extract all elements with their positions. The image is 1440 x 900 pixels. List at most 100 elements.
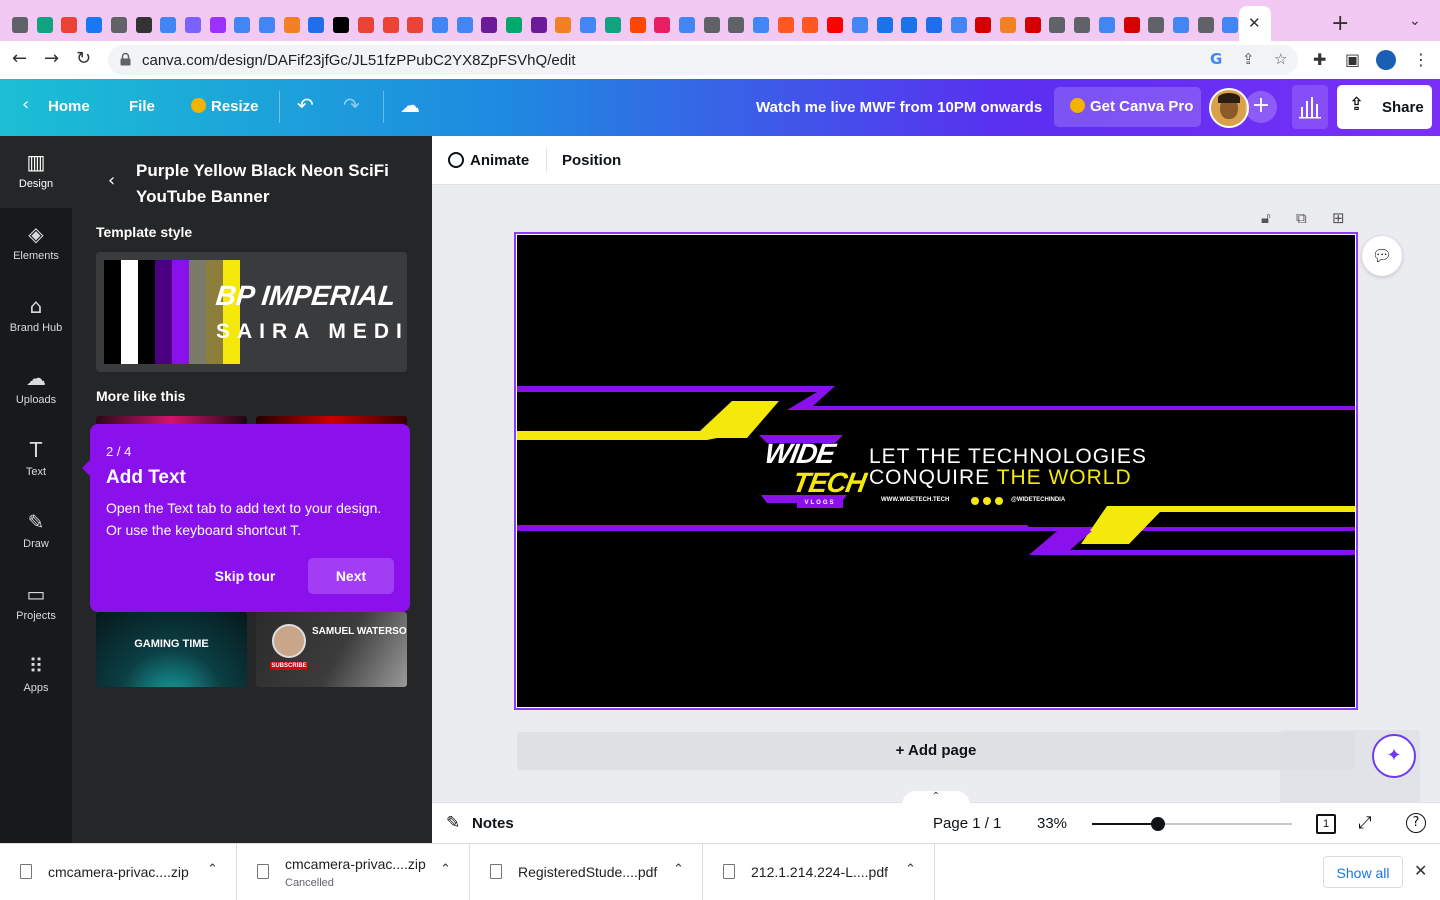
file-menu-button[interactable]: File: [129, 98, 155, 115]
undo-icon[interactable]: ↶: [297, 93, 314, 117]
tab-favicon[interactable]: [1098, 17, 1115, 33]
chevron-up-icon[interactable]: ⌃: [905, 862, 916, 877]
rail-item-brand-hub[interactable]: ⌂ Brand Hub: [0, 280, 72, 352]
zoom-slider-handle[interactable]: [1151, 817, 1165, 831]
google-icon[interactable]: G: [1210, 50, 1222, 68]
insights-button[interactable]: [1292, 85, 1328, 129]
close-icon[interactable]: ✕: [1414, 861, 1427, 880]
download-item[interactable]: cmcamera-privac....zip ⌃: [0, 844, 237, 900]
tab-favicon[interactable]: [283, 17, 300, 33]
chevron-left-icon[interactable]: ‹: [22, 94, 29, 115]
redo-icon[interactable]: ↷: [343, 93, 360, 117]
page-grid-icon[interactable]: 1: [1316, 814, 1336, 834]
banner-headline-line-2[interactable]: CONQUIRE THE WORLD: [869, 466, 1132, 490]
rail-item-elements[interactable]: ◈ Elements: [0, 208, 72, 280]
download-item[interactable]: 212.1.214.224-L....pdf ⌃: [703, 844, 935, 900]
url-text[interactable]: canva.com/design/DAFif23jfGc/JL51fzPPubC…: [142, 52, 576, 69]
page-indicator[interactable]: Page 1 / 1: [933, 815, 1001, 832]
tab-favicon[interactable]: [506, 17, 522, 33]
tab-favicon[interactable]: [160, 17, 177, 33]
tab-favicon[interactable]: [555, 17, 572, 33]
tab-favicon[interactable]: [703, 17, 720, 33]
tab-favicon[interactable]: [12, 17, 28, 33]
rail-item-apps[interactable]: ⠿ Apps: [0, 640, 72, 712]
chevron-down-icon[interactable]: ⌄: [1409, 13, 1421, 29]
logo-wide-text[interactable]: WIDE: [762, 438, 837, 470]
share-page-icon[interactable]: ⇪: [1242, 50, 1255, 68]
tab-favicon[interactable]: [1197, 17, 1214, 33]
tab-favicon[interactable]: [728, 17, 745, 33]
cloud-saved-icon[interactable]: ☁: [400, 93, 420, 117]
skip-tour-button[interactable]: Skip tour: [198, 558, 292, 594]
design-canvas[interactable]: WIDE TECH VLOGS LET THE TECHNOLOGIES CON…: [517, 235, 1355, 707]
logo-tech-text[interactable]: TECH: [790, 467, 868, 499]
tab-favicon[interactable]: [61, 17, 78, 33]
comment-icon[interactable]: 💬︎: [1362, 236, 1402, 276]
profile-avatar[interactable]: [1376, 50, 1396, 70]
rail-item-projects[interactable]: ▭ Projects: [0, 568, 72, 640]
tab-favicon[interactable]: [1123, 17, 1140, 33]
template-style-card[interactable]: BP IMPERIAL SAIRA MEDI: [96, 252, 407, 372]
tab-favicon[interactable]: [382, 17, 399, 33]
tab-favicon[interactable]: [407, 17, 424, 33]
lock-icon[interactable]: 🔓︎: [1261, 209, 1271, 227]
zoom-slider[interactable]: [1092, 817, 1292, 831]
tab-favicon[interactable]: [777, 17, 794, 33]
show-all-button[interactable]: Show all: [1323, 856, 1403, 888]
design-canvas-frame[interactable]: WIDE TECH VLOGS LET THE TECHNOLOGIES CON…: [514, 232, 1358, 710]
banner-website[interactable]: WWW.WIDETECH.TECH: [881, 497, 949, 503]
tab-favicon[interactable]: [975, 17, 992, 33]
add-page-icon[interactable]: ⊞: [1332, 209, 1345, 227]
tab-favicon[interactable]: [234, 17, 251, 33]
address-bar[interactable]: canva.com/design/DAFif23jfGc/JL51fzPPubC…: [108, 45, 1298, 75]
magic-sparkle-icon[interactable]: ✦: [1372, 734, 1416, 778]
color-swatch[interactable]: [104, 260, 121, 364]
rail-item-text[interactable]: T Text: [0, 424, 72, 496]
animate-button[interactable]: Animate: [448, 152, 529, 169]
tab-favicon[interactable]: [1049, 17, 1066, 33]
template-thumbnail-samuel[interactable]: SAMUEL WATERSON SUBSCRIBE: [256, 612, 407, 687]
rail-item-uploads[interactable]: ☁ Uploads: [0, 352, 72, 424]
position-button[interactable]: Position: [562, 152, 621, 169]
tab-favicon[interactable]: [357, 17, 374, 33]
zoom-level[interactable]: 33%: [1037, 815, 1067, 832]
get-canva-pro-button[interactable]: Get Canva Pro: [1054, 87, 1201, 127]
add-collaborator-icon[interactable]: +: [1245, 91, 1277, 123]
color-swatch[interactable]: [189, 260, 206, 364]
rail-item-design[interactable]: ▥ Design: [0, 136, 72, 208]
tab-favicon[interactable]: [86, 17, 103, 33]
reload-icon[interactable]: ↻: [76, 48, 91, 69]
logo-vlogs-badge[interactable]: VLOGS: [797, 499, 843, 508]
share-button[interactable]: ⇪ Share: [1337, 85, 1432, 129]
chevron-up-icon[interactable]: ⌃: [673, 862, 684, 877]
tab-favicon[interactable]: [36, 17, 53, 33]
tab-favicon[interactable]: [629, 17, 646, 33]
tab-favicon[interactable]: [678, 17, 695, 33]
tab-favicon[interactable]: [530, 17, 547, 33]
tab-favicon[interactable]: [308, 17, 325, 33]
color-swatch[interactable]: [172, 260, 189, 364]
duplicate-page-icon[interactable]: ⧉: [1296, 209, 1307, 227]
tab-favicon[interactable]: [209, 17, 226, 33]
notes-button[interactable]: Notes: [472, 815, 514, 832]
tab-favicon[interactable]: [580, 17, 597, 33]
tab-favicon[interactable]: [259, 17, 275, 33]
tab-favicon[interactable]: [901, 17, 918, 33]
tab-favicon[interactable]: [135, 17, 152, 33]
tab-favicon[interactable]: [851, 17, 868, 33]
chevron-up-icon[interactable]: ⌃: [207, 862, 218, 877]
color-swatch[interactable]: [138, 260, 155, 364]
tab-favicon[interactable]: [431, 17, 448, 33]
tab-favicon[interactable]: [1172, 17, 1189, 33]
tab-favicon[interactable]: [184, 17, 201, 33]
rail-item-draw[interactable]: ✎ Draw: [0, 496, 72, 568]
back-icon[interactable]: ←: [12, 48, 27, 69]
tab-favicon[interactable]: [827, 17, 844, 33]
banner-social-handle[interactable]: @WIDETECHINDIA: [1011, 497, 1065, 503]
tab-favicon[interactable]: [654, 17, 671, 33]
tab-favicon[interactable]: [333, 17, 350, 33]
fullscreen-icon[interactable]: ⤢: [1358, 813, 1372, 833]
plus-icon[interactable]: +: [1331, 11, 1349, 36]
tab-favicon[interactable]: [110, 17, 127, 33]
color-swatch[interactable]: [206, 260, 223, 364]
